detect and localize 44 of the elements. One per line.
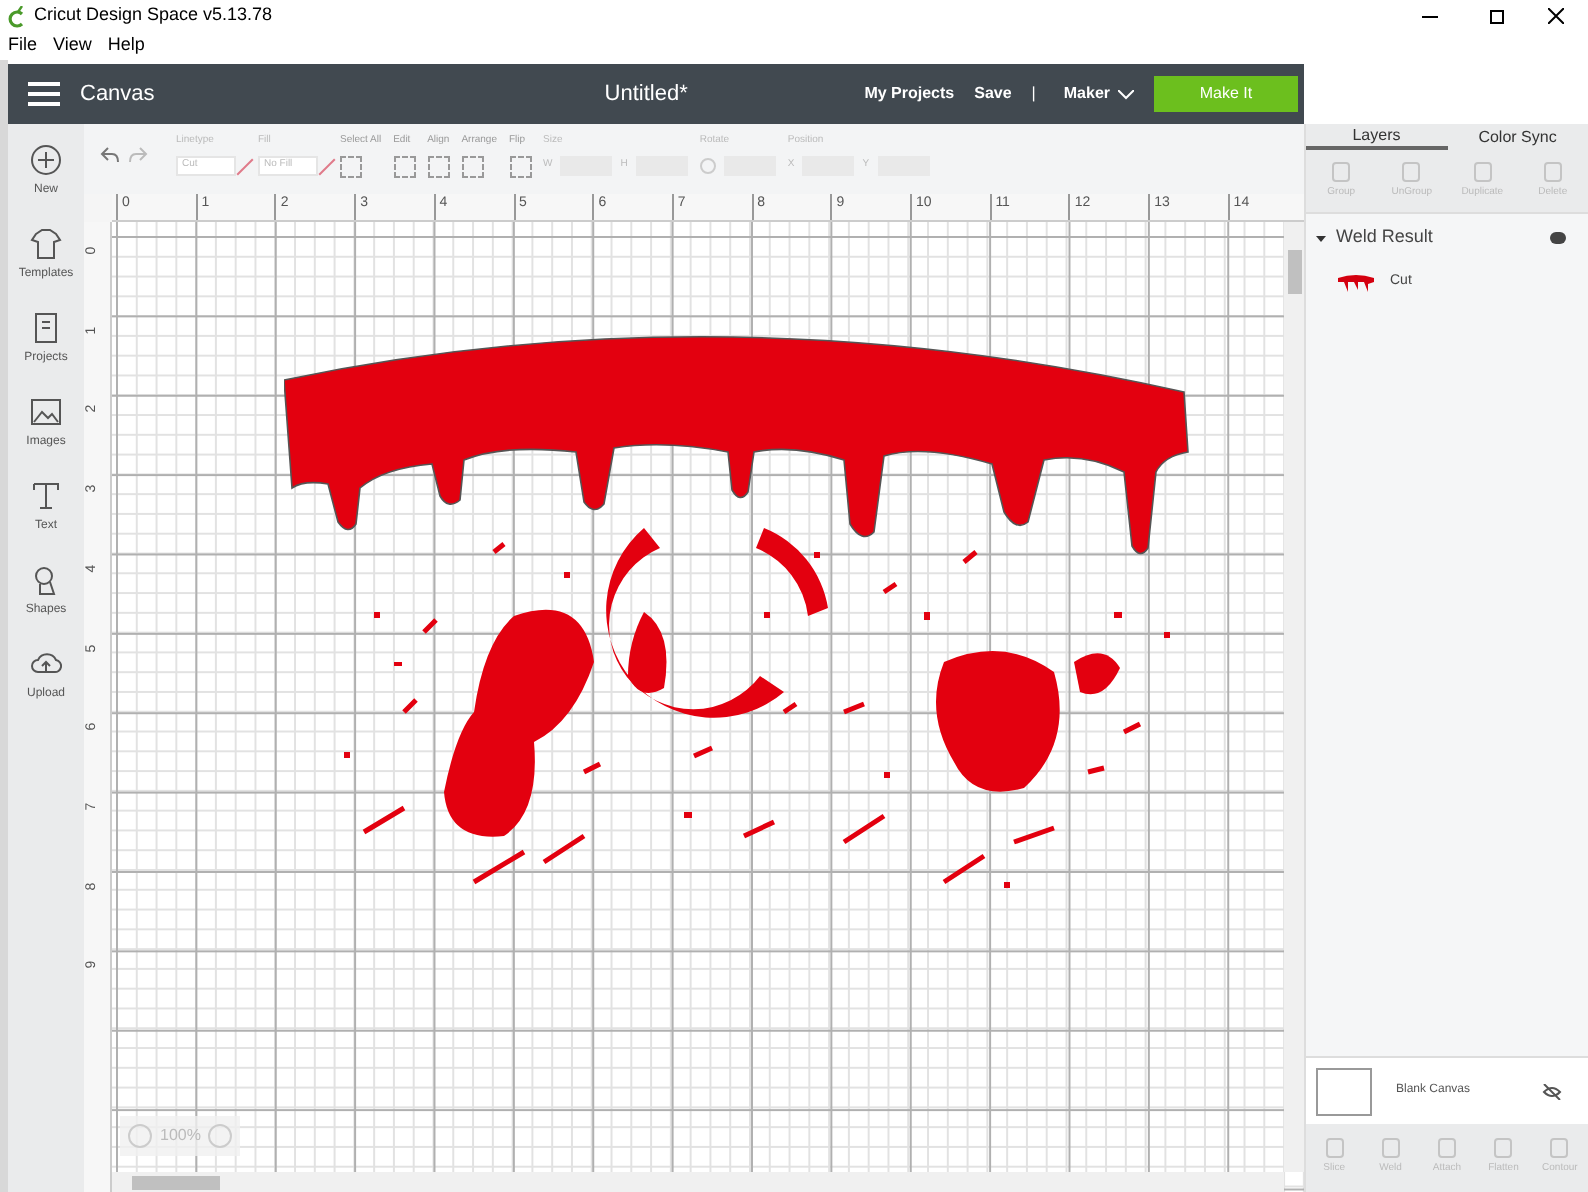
layer-thumbnail-icon <box>1338 273 1374 291</box>
app-logo-icon <box>8 5 26 27</box>
restore-icon[interactable] <box>1490 9 1504 23</box>
notebook-icon <box>30 312 62 344</box>
header-link[interactable]: Save <box>974 82 1012 106</box>
menu-icon[interactable] <box>28 82 60 106</box>
toolbar-icon[interactable] <box>509 155 531 177</box>
close-icon[interactable] <box>1548 8 1564 24</box>
menu-item[interactable]: View <box>53 32 92 60</box>
vertical-scrollbar[interactable] <box>1284 222 1304 1172</box>
panel-tab[interactable]: Color Sync <box>1447 124 1588 150</box>
menu-item[interactable]: Help <box>107 32 145 60</box>
menu-item[interactable]: File <box>8 32 38 60</box>
header-separator: | <box>1031 82 1036 106</box>
undo-icon[interactable] <box>100 146 120 164</box>
plus-circle-icon <box>30 144 62 176</box>
picture-icon <box>30 396 62 428</box>
zoom-in-icon[interactable] <box>208 1124 233 1148</box>
scrollbar-thumb[interactable] <box>1288 250 1302 294</box>
shirt-icon <box>29 228 62 260</box>
toolbar-icon[interactable] <box>340 155 362 177</box>
zoom-out-icon[interactable] <box>128 1124 152 1148</box>
text-icon <box>30 480 62 512</box>
caret-icon[interactable] <box>1316 233 1326 243</box>
canvas-swatch <box>1316 1067 1372 1115</box>
rotate-icon <box>699 157 716 173</box>
scrollbar-thumb[interactable] <box>132 1176 220 1190</box>
layer-group-row[interactable]: Weld Result <box>1306 222 1588 254</box>
window-title: Cricut Design Space v5.13.78 <box>34 2 273 29</box>
header-link[interactable]: My Projects <box>864 82 955 106</box>
zoom-level: 100% <box>160 1124 201 1148</box>
section-title: Canvas <box>80 79 155 110</box>
chevron-down-icon[interactable] <box>1118 89 1134 99</box>
toolbar-icon[interactable] <box>393 155 416 177</box>
toolbar-icon[interactable] <box>461 155 484 177</box>
machine-dropdown[interactable]: Maker <box>1063 82 1134 106</box>
toolbar-icon[interactable] <box>427 155 450 177</box>
minimize-icon[interactable] <box>1422 15 1438 17</box>
document-title: Untitled* <box>604 79 688 110</box>
redo-icon[interactable] <box>128 146 148 164</box>
color-slash-icon[interactable] <box>236 157 254 175</box>
horizontal-scrollbar[interactable] <box>112 1172 1284 1192</box>
hidden-eye-icon[interactable] <box>1542 1083 1562 1099</box>
color-slash-icon[interactable] <box>318 157 336 175</box>
